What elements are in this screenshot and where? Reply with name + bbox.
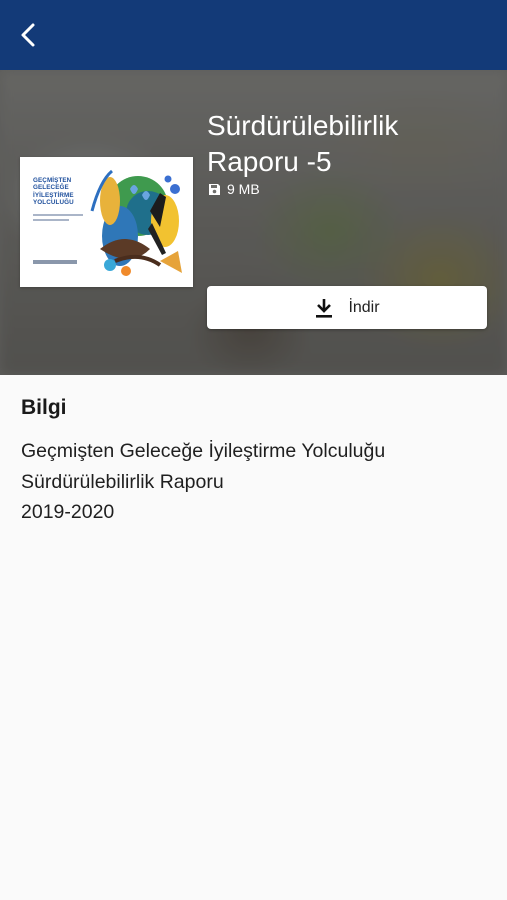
download-label: İndir <box>348 298 380 316</box>
section-title: Bilgi <box>21 396 67 419</box>
report-title: Sürdürülebilirlik Raporu -5 <box>207 110 399 177</box>
info-line: Sürdürülebilirlik Raporu <box>21 470 224 493</box>
info-line: 2019-2020 <box>21 501 115 523</box>
cover-illustration <box>90 169 182 276</box>
info-line: Geçmişten Geleceğe İyileştirme Yolculuğu <box>21 440 386 462</box>
report-header: GEÇMİŞTEN GELECEĞE İYİLEŞTİRME YOLCULUĞU… <box>0 70 507 375</box>
download-icon <box>316 298 333 318</box>
download-button[interactable]: İndir <box>207 286 487 329</box>
file-size-row: 9 MB <box>208 181 260 197</box>
info-description: Geçmişten Geleceğe İyileştirme Yolculuğu… <box>21 436 491 528</box>
report-cover-image: GEÇMİŞTEN GELECEĞE İYİLEŞTİRME YOLCULUĞU <box>20 157 193 287</box>
cover-logo <box>33 260 77 264</box>
app-bar <box>0 0 507 70</box>
save-disk-icon <box>209 183 220 195</box>
chevron-left-icon <box>21 23 35 47</box>
back-button[interactable] <box>10 16 48 54</box>
file-size: 9 MB <box>227 181 260 197</box>
